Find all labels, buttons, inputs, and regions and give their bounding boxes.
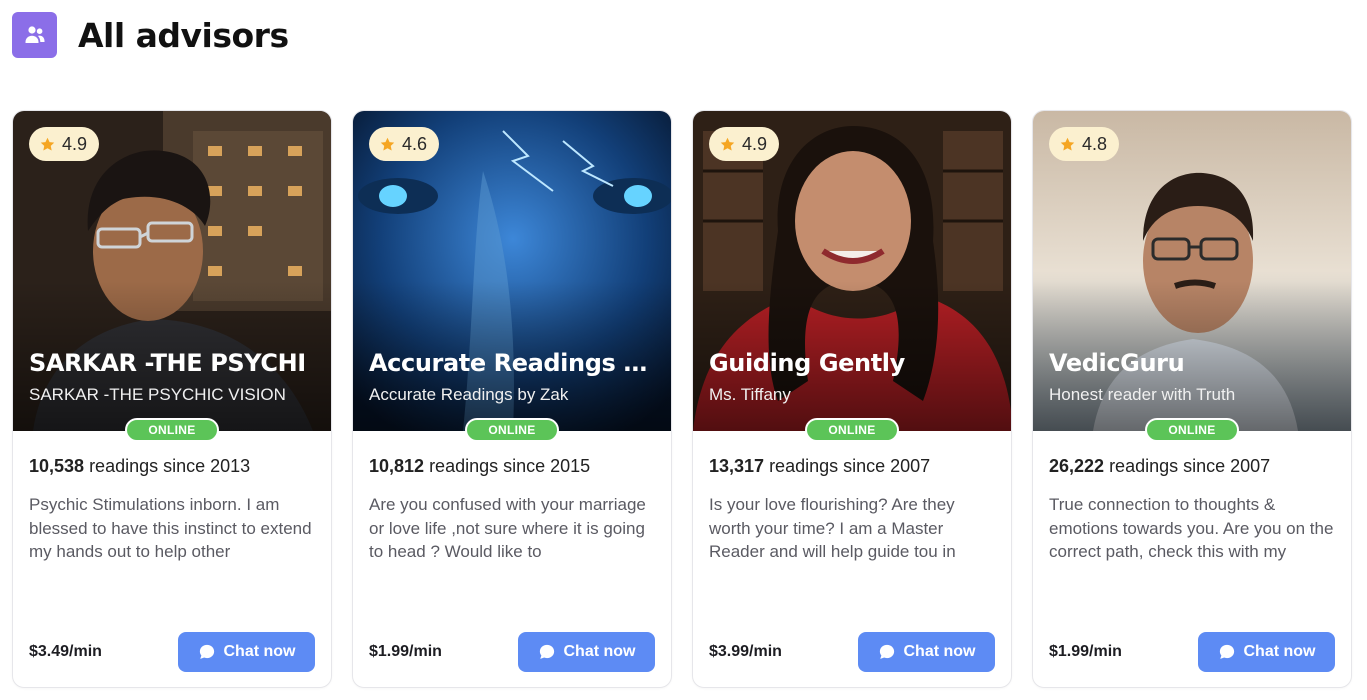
chat-bubble-icon	[199, 644, 214, 659]
online-status-badge: ONLINE	[125, 418, 219, 442]
chat-now-button[interactable]: Chat now	[1198, 632, 1335, 672]
rating-value: 4.8	[1082, 133, 1108, 154]
price-per-minute: $3.99/min	[709, 643, 782, 660]
chat-now-label: Chat now	[903, 643, 976, 660]
rating-value: 4.9	[742, 133, 768, 154]
advisor-photo[interactable]: 4.9 SARKAR -THE PSYCHI SARKAR -THE PSYCH…	[13, 111, 331, 431]
rating-badge: 4.8	[1049, 127, 1120, 161]
readings-number: 26,222	[1049, 456, 1105, 476]
price-per-minute: $1.99/min	[369, 643, 442, 660]
users-icon	[12, 12, 57, 58]
advisor-subtitle: Ms. Tiffany	[709, 385, 791, 404]
rating-value: 4.9	[62, 133, 88, 154]
chat-now-button[interactable]: Chat now	[178, 632, 315, 672]
chat-now-button[interactable]: Chat now	[858, 632, 995, 672]
readings-count: 10,538 readings since 2013	[29, 456, 250, 477]
page-title: All advisors	[78, 15, 289, 55]
star-icon	[380, 137, 395, 151]
advisor-card[interactable]: 4.9 SARKAR -THE PSYCHI SARKAR -THE PSYCH…	[12, 110, 332, 688]
chat-bubble-icon	[1219, 644, 1234, 659]
readings-since: readings since 2013	[84, 456, 251, 476]
price-per-minute: $1.99/min	[1049, 643, 1122, 660]
advisor-name[interactable]: Accurate Readings by…	[369, 349, 659, 377]
page-header: All advisors	[12, 12, 289, 58]
readings-count: 10,812 readings since 2015	[369, 456, 590, 477]
star-icon	[40, 137, 55, 151]
chat-bubble-icon	[879, 644, 894, 659]
chat-now-label: Chat now	[1243, 643, 1316, 660]
advisor-subtitle: Accurate Readings by Zak	[369, 385, 569, 404]
online-status-badge: ONLINE	[465, 418, 559, 442]
rating-badge: 4.9	[29, 127, 100, 161]
price-per-minute: $3.49/min	[29, 643, 102, 660]
rating-badge: 4.9	[709, 127, 780, 161]
advisor-photo[interactable]: 4.9 Guiding Gently Ms. Tiffany	[693, 111, 1011, 431]
chat-now-button[interactable]: Chat now	[518, 632, 655, 672]
readings-number: 10,538	[29, 456, 85, 476]
online-status-badge: ONLINE	[1145, 418, 1239, 442]
online-status-badge: ONLINE	[805, 418, 899, 442]
advisor-subtitle: Honest reader with Truth	[1049, 385, 1236, 404]
chat-now-label: Chat now	[223, 643, 296, 660]
advisor-card-list: 4.9 SARKAR -THE PSYCHI SARKAR -THE PSYCH…	[12, 110, 1352, 688]
advisor-subtitle: SARKAR -THE PSYCHIC VISION	[29, 385, 286, 404]
chat-now-label: Chat now	[563, 643, 636, 660]
star-icon	[720, 137, 735, 151]
readings-number: 10,812	[369, 456, 425, 476]
advisor-card[interactable]: 4.9 Guiding Gently Ms. Tiffany ONLINE 13…	[692, 110, 1012, 688]
chat-bubble-icon	[539, 644, 554, 659]
readings-since: readings since 2007	[1104, 456, 1271, 476]
advisor-photo[interactable]: 4.8 VedicGuru Honest reader with Truth	[1033, 111, 1351, 431]
advisor-description: True connection to thoughts & emotions t…	[1049, 495, 1334, 561]
readings-count: 13,317 readings since 2007	[709, 456, 930, 477]
readings-since: readings since 2007	[764, 456, 931, 476]
advisor-card[interactable]: 4.8 VedicGuru Honest reader with Truth O…	[1032, 110, 1352, 688]
rating-badge: 4.6	[369, 127, 440, 161]
readings-since: readings since 2015	[424, 456, 591, 476]
advisor-description: Is your love flourishing? Are they worth…	[709, 495, 956, 561]
advisor-name[interactable]: VedicGuru	[1049, 349, 1339, 377]
advisor-card[interactable]: 4.6 Accurate Readings by… Accurate Readi…	[352, 110, 672, 688]
advisor-name[interactable]: Guiding Gently	[709, 349, 999, 377]
readings-number: 13,317	[709, 456, 765, 476]
advisor-description: Are you confused with your marriage or l…	[369, 495, 646, 561]
advisor-description: Psychic Stimulations inborn. I am blesse…	[29, 495, 312, 561]
advisor-name[interactable]: SARKAR -THE PSYCHI	[29, 349, 319, 377]
rating-value: 4.6	[402, 133, 428, 154]
star-icon	[1060, 137, 1075, 151]
readings-count: 26,222 readings since 2007	[1049, 456, 1270, 477]
advisor-photo[interactable]: 4.6 Accurate Readings by… Accurate Readi…	[353, 111, 671, 431]
